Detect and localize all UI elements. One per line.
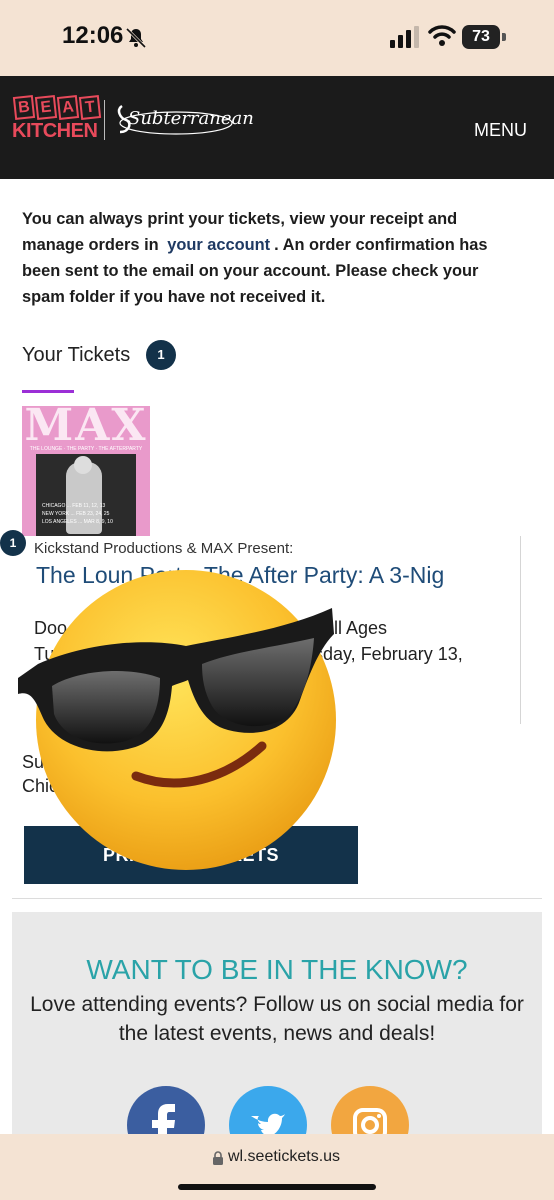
poster-subtitle: THE LOUNGE · THE PARTY · THE AFTERPARTY <box>29 446 143 452</box>
poster-title: MAX <box>24 406 148 451</box>
ticket-card-border <box>520 536 521 724</box>
poster-dates: CHICAGO ... FEB 11, 12, 13 NEW YORK ... … <box>42 502 113 526</box>
battery-tip <box>502 33 506 41</box>
newsletter-body: Love attending events? Follow us on soci… <box>30 993 524 1045</box>
battery-icon: 73 <box>462 25 506 49</box>
logo-kitchen-text: KITCHEN <box>12 120 98 142</box>
ticket-item-badge: 1 <box>0 530 26 556</box>
logo-letter: A <box>56 95 80 120</box>
lock-icon <box>213 1151 223 1165</box>
url-text[interactable]: wl.seetickets.us <box>228 1148 340 1166</box>
signal-icon <box>390 26 419 48</box>
bell-slash-icon <box>125 27 147 49</box>
poster-date: CHICAGO ... FEB 11, 12, 13 <box>42 503 106 509</box>
logo-letter: E <box>34 95 58 120</box>
home-indicator[interactable] <box>178 1184 376 1190</box>
logo-divider <box>104 100 105 140</box>
tickets-count-badge: 1 <box>146 340 176 370</box>
event-presenter: Kickstand Productions & MAX Present: <box>34 540 294 557</box>
menu-button[interactable]: MENU <box>474 120 527 141</box>
logo-subterranean-text: Subterranean <box>128 108 254 129</box>
browser-url-bar[interactable] <box>0 1134 554 1200</box>
subterranean-logo[interactable]: Subterranean <box>112 96 254 142</box>
poster-date: NEW YORK ... FEB 23, 24, 25 <box>42 511 110 517</box>
logo-letter: B <box>12 95 36 120</box>
confirmation-message: You can always print your tickets, view … <box>22 206 522 310</box>
beat-kitchen-logo[interactable]: B E A T KITCHEN <box>12 95 102 144</box>
tickets-heading: Your Tickets <box>22 344 131 366</box>
status-time: 12:06 <box>62 22 124 49</box>
tickets-underline <box>22 390 74 393</box>
logo-letter: T <box>78 95 102 120</box>
your-account-link[interactable]: your account <box>167 236 270 254</box>
poster-date: LOS ANGELES ... MAR 8, 9, 10 <box>42 519 113 525</box>
wifi-icon <box>428 25 456 46</box>
battery-level: 73 <box>462 25 500 49</box>
event-poster-image: MAX THE LOUNGE · THE PARTY · THE AFTERPA… <box>22 406 150 536</box>
poster-figure-head <box>74 456 92 474</box>
section-divider <box>12 898 542 899</box>
sunglasses-emoji-sticker <box>18 570 336 870</box>
newsletter-title: WANT TO BE IN THE KNOW? <box>86 954 468 985</box>
